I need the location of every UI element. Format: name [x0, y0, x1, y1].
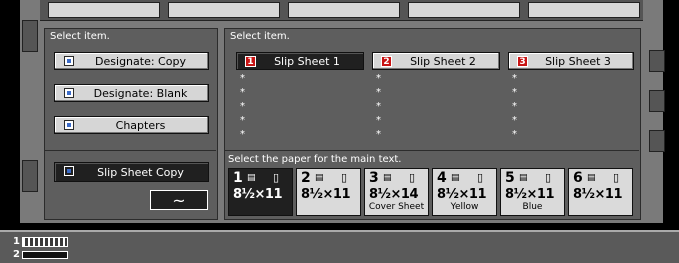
- tilde-symbol: ~: [172, 190, 186, 210]
- right-panel-title: Select item.: [230, 31, 290, 42]
- empty-item-marker: *: [240, 73, 245, 84]
- designate-blank-button[interactable]: Designate: Blank: [54, 84, 209, 102]
- tray-icon: ▤: [383, 173, 392, 183]
- slip-sheet-number-badge: 1: [245, 56, 256, 67]
- paper-tray-5-button[interactable]: 5 ▤ ▯ 8½×11 Blue: [500, 168, 565, 216]
- right-divider: [224, 150, 639, 151]
- empty-item-marker: *: [512, 73, 517, 84]
- empty-item-marker: *: [376, 129, 381, 140]
- right-side-tab-3[interactable]: [649, 130, 665, 152]
- empty-item-marker: *: [240, 129, 245, 140]
- chapters-button[interactable]: Chapters: [54, 116, 209, 134]
- paper-prompt: Select the paper for the main text.: [228, 154, 402, 165]
- slip-sheet-number-badge: 3: [517, 56, 528, 67]
- slip-sheet-2-button[interactable]: 2 Slip Sheet 2: [372, 52, 500, 70]
- paper-orientation-icon: ▯: [613, 171, 620, 184]
- slip-sheet-number-badge: 2: [381, 56, 392, 67]
- left-panel-title: Select item.: [50, 31, 110, 42]
- paper-tray-4-button[interactable]: 4 ▤ ▯ 8½×11 Yellow: [432, 168, 497, 216]
- paper-orientation-icon: ▯: [545, 171, 552, 184]
- designate-copy-label: Designate: Copy: [95, 54, 186, 68]
- paper-orientation-icon: ▯: [477, 171, 484, 184]
- paper-orientation-icon: ▯: [409, 171, 416, 184]
- right-side-tab[interactable]: [649, 50, 665, 72]
- empty-item-marker: *: [240, 115, 245, 126]
- empty-item-marker: *: [376, 73, 381, 84]
- top-tab[interactable]: [408, 2, 520, 18]
- tray-number: 6: [573, 170, 583, 186]
- tray-number: 2: [301, 170, 311, 186]
- tray-number: 4: [437, 170, 447, 186]
- paper-tray-3-button[interactable]: 3 ▤ ▯ 8½×14 Cover Sheet: [364, 168, 429, 216]
- paper-size: 8½×11: [233, 187, 283, 202]
- empty-item-marker: *: [512, 101, 517, 112]
- empty-item-marker: *: [512, 129, 517, 140]
- paper-size: 8½×11: [437, 187, 487, 202]
- left-side-tab[interactable]: [22, 20, 38, 52]
- status-row-1-number: 1: [13, 236, 20, 247]
- paper-tray-2-button[interactable]: 2 ▤ ▯ 8½×11: [296, 168, 361, 216]
- empty-item-marker: *: [512, 115, 517, 126]
- wave-button[interactable]: ~: [150, 190, 208, 210]
- output-tray-icon: [22, 251, 68, 259]
- tray-number: 3: [369, 170, 379, 186]
- slip-sheet-copy-icon: [64, 166, 74, 176]
- empty-item-marker: *: [376, 115, 381, 126]
- paper-size: 8½×11: [505, 187, 555, 202]
- paper-tray-1-button[interactable]: 1 ▤ ▯ 8½×11: [228, 168, 293, 216]
- left-side-tab-lower[interactable]: [22, 160, 38, 192]
- paper-tray-6-button[interactable]: 6 ▤ ▯ 8½×11: [568, 168, 633, 216]
- left-divider: [44, 150, 216, 151]
- slip-sheet-copy-button[interactable]: Slip Sheet Copy: [54, 162, 209, 182]
- blank-page-icon: [64, 88, 74, 98]
- copy-page-icon: [64, 56, 74, 66]
- paper-size: 8½×11: [301, 187, 351, 202]
- tray-icon: ▤: [247, 173, 256, 183]
- designate-blank-label: Designate: Blank: [93, 86, 188, 100]
- slip-sheet-2-label: Slip Sheet 2: [410, 54, 476, 68]
- slip-sheet-3-label: Slip Sheet 3: [545, 54, 611, 68]
- empty-item-marker: *: [240, 87, 245, 98]
- top-tab[interactable]: [288, 2, 400, 18]
- paper-caption: Cover Sheet: [368, 202, 425, 212]
- paper-stack-icon: [22, 237, 68, 247]
- paper-orientation-icon: ▯: [341, 171, 348, 184]
- paper-size: 8½×14: [369, 187, 419, 202]
- tray-number: 1: [233, 170, 243, 186]
- chapters-label: Chapters: [115, 118, 166, 132]
- empty-item-marker: *: [240, 101, 245, 112]
- slip-sheet-1-button[interactable]: 1 Slip Sheet 1: [236, 52, 364, 70]
- paper-caption: Blue: [522, 202, 543, 212]
- slip-sheet-copy-label: Slip Sheet Copy: [97, 165, 184, 179]
- tray-number: 5: [505, 170, 515, 186]
- empty-item-marker: *: [376, 87, 381, 98]
- slip-sheet-3-button[interactable]: 3 Slip Sheet 3: [508, 52, 634, 70]
- top-tab[interactable]: [168, 2, 280, 18]
- status-bar: 1 2: [0, 232, 679, 263]
- paper-orientation-icon: ▯: [273, 171, 280, 184]
- right-side-tab-2[interactable]: [649, 90, 665, 112]
- paper-caption: Yellow: [450, 202, 479, 212]
- empty-item-marker: *: [512, 87, 517, 98]
- slip-sheet-1-label: Slip Sheet 1: [274, 54, 340, 68]
- tray-icon: ▤: [519, 173, 528, 183]
- top-tab-bar: [40, 0, 643, 21]
- top-tab[interactable]: [528, 2, 640, 18]
- tray-icon: ▤: [451, 173, 460, 183]
- status-row-2-number: 2: [13, 249, 20, 260]
- paper-size: 8½×11: [573, 187, 623, 202]
- top-tab[interactable]: [48, 2, 160, 18]
- empty-item-marker: *: [376, 101, 381, 112]
- tray-icon: ▤: [315, 173, 324, 183]
- chapters-icon: [64, 120, 74, 130]
- tray-icon: ▤: [587, 173, 596, 183]
- designate-copy-button[interactable]: Designate: Copy: [54, 52, 209, 70]
